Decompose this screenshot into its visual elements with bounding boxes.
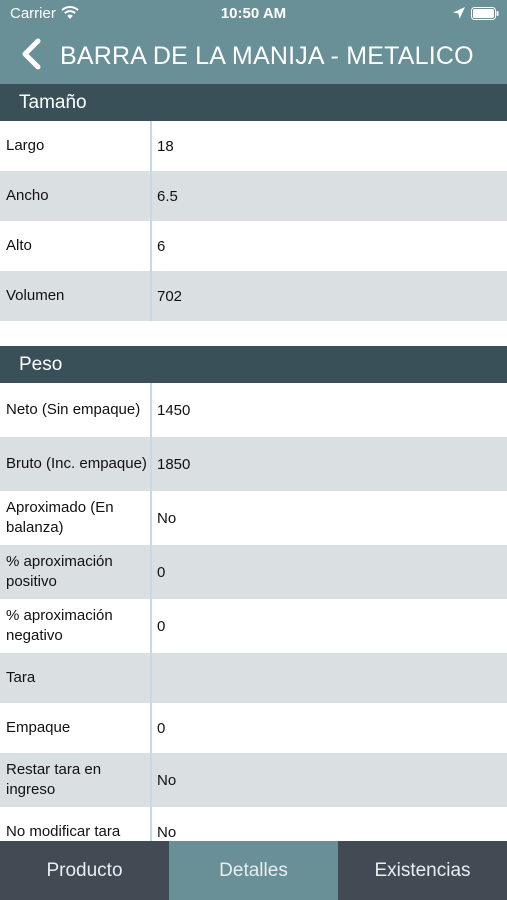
row-label: % aproximación negativo bbox=[0, 599, 152, 653]
battery-icon bbox=[471, 7, 499, 20]
row-label: Largo bbox=[0, 121, 152, 171]
table-row: Tara bbox=[0, 653, 507, 703]
table-row: No modificar tara No bbox=[0, 807, 507, 841]
row-label: No modificar tara bbox=[0, 807, 152, 841]
table-row: Empaque 0 bbox=[0, 703, 507, 753]
row-label: Volumen bbox=[0, 271, 152, 321]
row-value: 1850 bbox=[157, 455, 191, 473]
tab-bar: Producto Detalles Existencias bbox=[0, 841, 507, 900]
table-row: Neto (Sin empaque) 1450 bbox=[0, 383, 507, 437]
tab-producto[interactable]: Producto bbox=[0, 841, 169, 900]
clock: 10:50 AM bbox=[220, 5, 287, 22]
row-value: 0 bbox=[157, 617, 166, 635]
page-title: BARRA DE LA MANIJA - METALICO bbox=[60, 42, 474, 70]
back-chevron-icon[interactable] bbox=[18, 38, 44, 70]
table-row: Alto 6 bbox=[0, 221, 507, 271]
row-label: % aproximación positivo bbox=[0, 545, 152, 599]
row-value: 1450 bbox=[157, 401, 191, 419]
row-label: Empaque bbox=[0, 703, 152, 753]
location-arrow-icon bbox=[453, 7, 465, 19]
row-value: 18 bbox=[157, 137, 174, 155]
row-value: 702 bbox=[157, 287, 183, 305]
table-row: Ancho 6.5 bbox=[0, 171, 507, 221]
row-label: Bruto (Inc. empaque) bbox=[0, 437, 152, 491]
row-value: No bbox=[157, 771, 177, 789]
row-value: 6 bbox=[157, 237, 166, 255]
row-label: Neto (Sin empaque) bbox=[0, 383, 152, 437]
tab-existencias[interactable]: Existencias bbox=[338, 841, 507, 900]
row-label: Restar tara en ingreso bbox=[0, 753, 152, 807]
navigation-bar: BARRA DE LA MANIJA - METALICO bbox=[0, 26, 507, 84]
table-row: Aproximado (En balanza) No bbox=[0, 491, 507, 545]
row-label: Alto bbox=[0, 221, 152, 271]
details-list[interactable]: Tamaño Largo 18 Ancho 6.5 Alto 6 Volumen… bbox=[0, 84, 507, 841]
row-label: Aproximado (En balanza) bbox=[0, 491, 152, 545]
table-row: Bruto (Inc. empaque) 1850 bbox=[0, 437, 507, 491]
table-row: Restar tara en ingreso No bbox=[0, 753, 507, 807]
row-value: No bbox=[157, 823, 177, 841]
section-header-peso: Peso bbox=[0, 346, 507, 383]
row-value: 0 bbox=[157, 563, 166, 581]
tab-detalles[interactable]: Detalles bbox=[169, 841, 338, 900]
row-value: 6.5 bbox=[157, 187, 178, 205]
row-label: Tara bbox=[0, 653, 152, 703]
section-spacer bbox=[0, 321, 507, 346]
row-value: No bbox=[157, 509, 177, 527]
section-header-tamano: Tamaño bbox=[0, 84, 507, 121]
row-value: 0 bbox=[157, 719, 166, 737]
row-label: Ancho bbox=[0, 171, 152, 221]
row-value bbox=[152, 653, 507, 703]
table-row: Largo 18 bbox=[0, 121, 507, 171]
table-row: % aproximación negativo 0 bbox=[0, 599, 507, 653]
table-row: % aproximación positivo 0 bbox=[0, 545, 507, 599]
table-row: Volumen 702 bbox=[0, 271, 507, 321]
status-bar: Carrier 10:50 AM bbox=[0, 0, 507, 26]
